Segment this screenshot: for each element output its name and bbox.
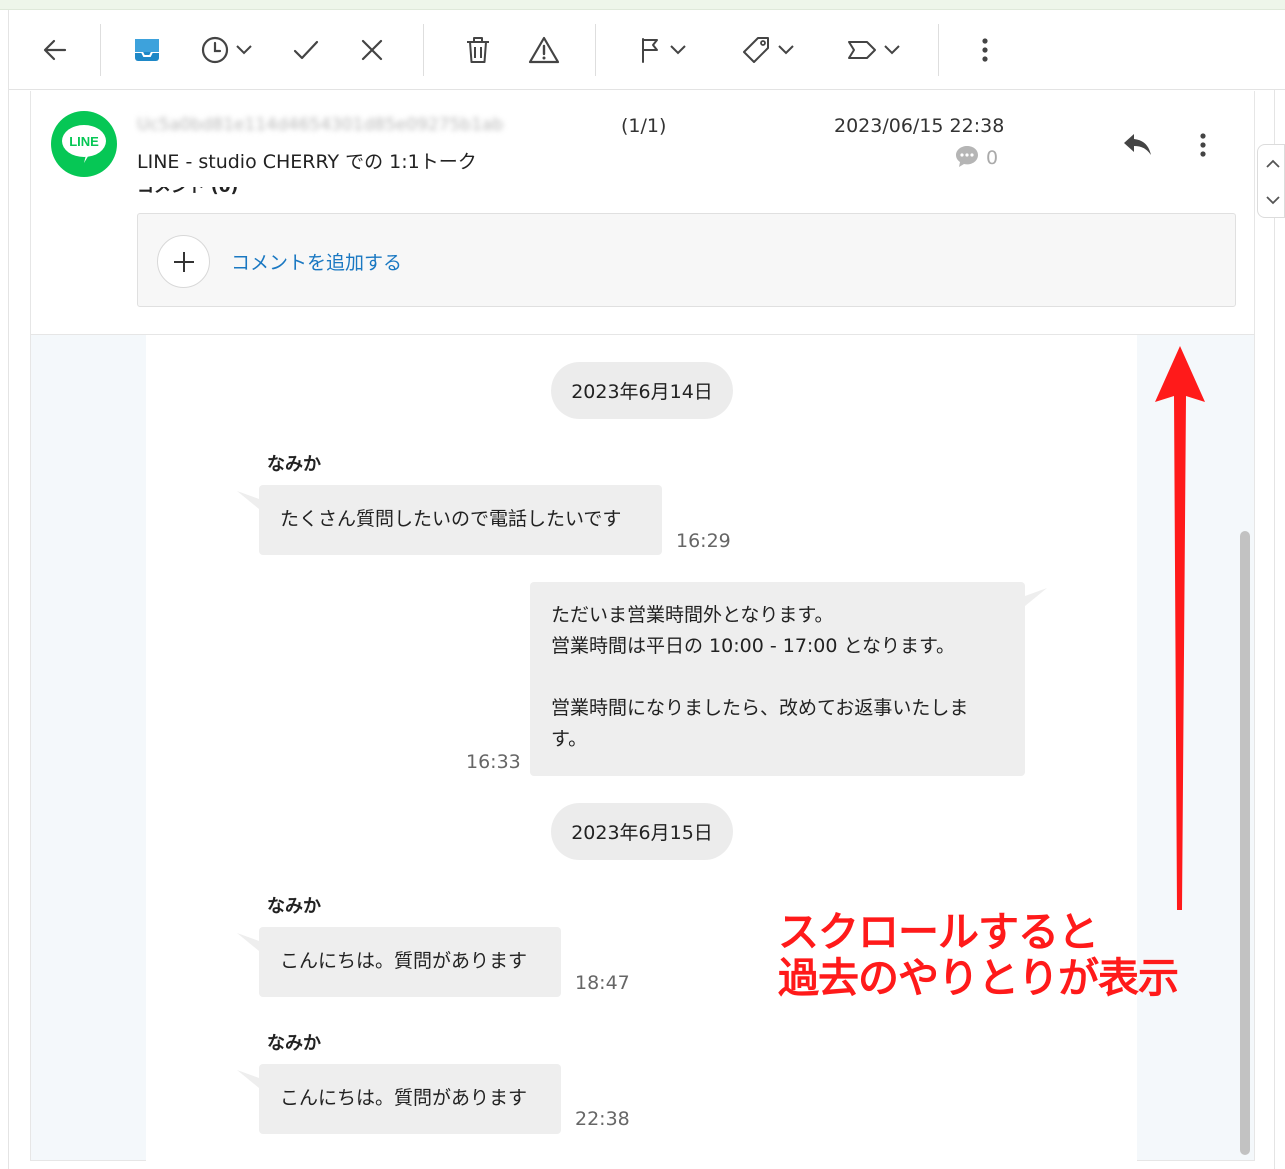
message-more-button[interactable]	[1183, 125, 1223, 165]
tag-icon	[743, 37, 769, 63]
scrollbar[interactable]	[1240, 531, 1250, 1155]
message-sender: なみか	[267, 1033, 321, 1054]
message-line: 営業時間は平日の 10:00 - 17:00 となります。	[551, 635, 956, 657]
message-sender: なみか	[267, 896, 321, 917]
top-strip	[0, 0, 1285, 10]
right-edge	[1274, 90, 1285, 1169]
thread-count: (1/1)	[621, 115, 667, 137]
chevron-down-icon	[778, 45, 794, 55]
toolbar-divider	[423, 24, 424, 76]
comment-icon	[956, 146, 978, 167]
comments-heading: コメント (0)	[137, 187, 239, 197]
check-icon	[293, 40, 319, 60]
left-gutter	[0, 10, 9, 1169]
spam-button[interactable]	[524, 30, 564, 70]
chevron-down-icon	[670, 45, 686, 55]
warning-icon	[528, 36, 560, 64]
message-text: こんにちは。質問があります	[280, 950, 528, 972]
annotation-line: スクロールすると	[778, 908, 1099, 956]
chevron-down-icon	[1266, 196, 1280, 205]
message-text: こんにちは。質問があります	[280, 1087, 528, 1109]
more-vertical-icon	[982, 38, 988, 62]
date-separator: 2023年6月14日	[551, 362, 733, 419]
line-logo-icon: LINE	[62, 125, 106, 163]
toolbar-divider	[595, 24, 596, 76]
svg-text:LINE: LINE	[69, 134, 99, 149]
message-time: 16:29	[676, 530, 731, 552]
more-button[interactable]	[965, 30, 1005, 70]
message-nav	[1257, 144, 1285, 218]
label-icon	[848, 41, 876, 59]
message-datetime: 2023/06/15 22:38	[834, 115, 1005, 137]
previous-message-button[interactable]	[1262, 153, 1284, 175]
chat-transcript: 2023年6月14日 なみか たくさん質問したいので電話したいです 16:29 …	[146, 335, 1137, 1161]
next-message-button[interactable]	[1262, 189, 1284, 211]
reply-button[interactable]	[1118, 125, 1158, 165]
message-line: ただいま営業時間外となります。	[551, 604, 834, 626]
incoming-message: こんにちは。質問があります	[259, 927, 561, 997]
trash-icon	[467, 37, 489, 63]
annotation-arrow	[1155, 346, 1205, 910]
inbox-button[interactable]	[127, 30, 167, 70]
more-vertical-icon	[1200, 133, 1206, 157]
delete-button[interactable]	[458, 30, 498, 70]
toolbar-divider	[100, 24, 101, 76]
flag-icon	[642, 38, 658, 63]
toolbar-divider	[938, 24, 939, 76]
flag-button[interactable]	[633, 30, 693, 70]
outgoing-message: ただいま営業時間外となります。 営業時間は平日の 10:00 - 17:00 と…	[530, 582, 1025, 776]
back-arrow-icon	[43, 39, 67, 61]
tag-button[interactable]	[737, 30, 799, 70]
inbox-icon	[135, 39, 159, 61]
chevron-down-icon	[884, 45, 900, 55]
message-subject: LINE - studio CHERRY での 1:1トーク	[137, 151, 477, 173]
message-header: LINE Uc5a0bd81e114d4654301d85e09275b1ab …	[30, 91, 1255, 334]
incoming-message: たくさん質問したいので電話したいです	[259, 485, 662, 555]
message-sender: なみか	[267, 454, 321, 475]
chevron-up-icon	[1266, 159, 1280, 168]
add-comment-button[interactable]	[157, 235, 210, 288]
message-time: 16:33	[466, 751, 521, 773]
close-button[interactable]	[352, 30, 392, 70]
message-line: す。	[551, 728, 588, 750]
comment-count: 0	[986, 147, 999, 169]
chat-area[interactable]: 2023年6月14日 なみか たくさん質問したいので電話したいです 16:29 …	[30, 334, 1255, 1161]
snooze-button[interactable]	[195, 30, 259, 70]
date-separator: 2023年6月15日	[551, 803, 733, 860]
sender-id-blurred: Uc5a0bd81e114d4654301d85e09275b1ab	[137, 115, 504, 135]
reply-icon	[1124, 134, 1151, 155]
plus-icon	[173, 251, 194, 272]
message-text: たくさん質問したいので電話したいです	[280, 508, 622, 530]
chevron-down-icon	[236, 45, 252, 55]
clock-icon	[201, 36, 229, 64]
label-button[interactable]	[843, 30, 905, 70]
message-time: 18:47	[575, 972, 630, 994]
incoming-message: こんにちは。質問があります	[259, 1064, 561, 1134]
line-avatar: LINE	[51, 111, 117, 177]
annotation-text: スクロールすると 過去のやりとりが表示	[778, 908, 1179, 1002]
done-button[interactable]	[286, 30, 326, 70]
add-comment-box[interactable]: コメントを追加する	[137, 213, 1236, 307]
toolbar	[9, 10, 1285, 90]
message-time: 22:38	[575, 1108, 630, 1130]
message-line: 営業時間になりましたら、改めてお返事いたしま	[551, 697, 969, 719]
add-comment-link[interactable]: コメントを追加する	[231, 248, 402, 275]
annotation-line: 過去のやりとりが表示	[778, 954, 1179, 1002]
close-icon	[361, 39, 383, 61]
back-button[interactable]	[35, 30, 75, 70]
